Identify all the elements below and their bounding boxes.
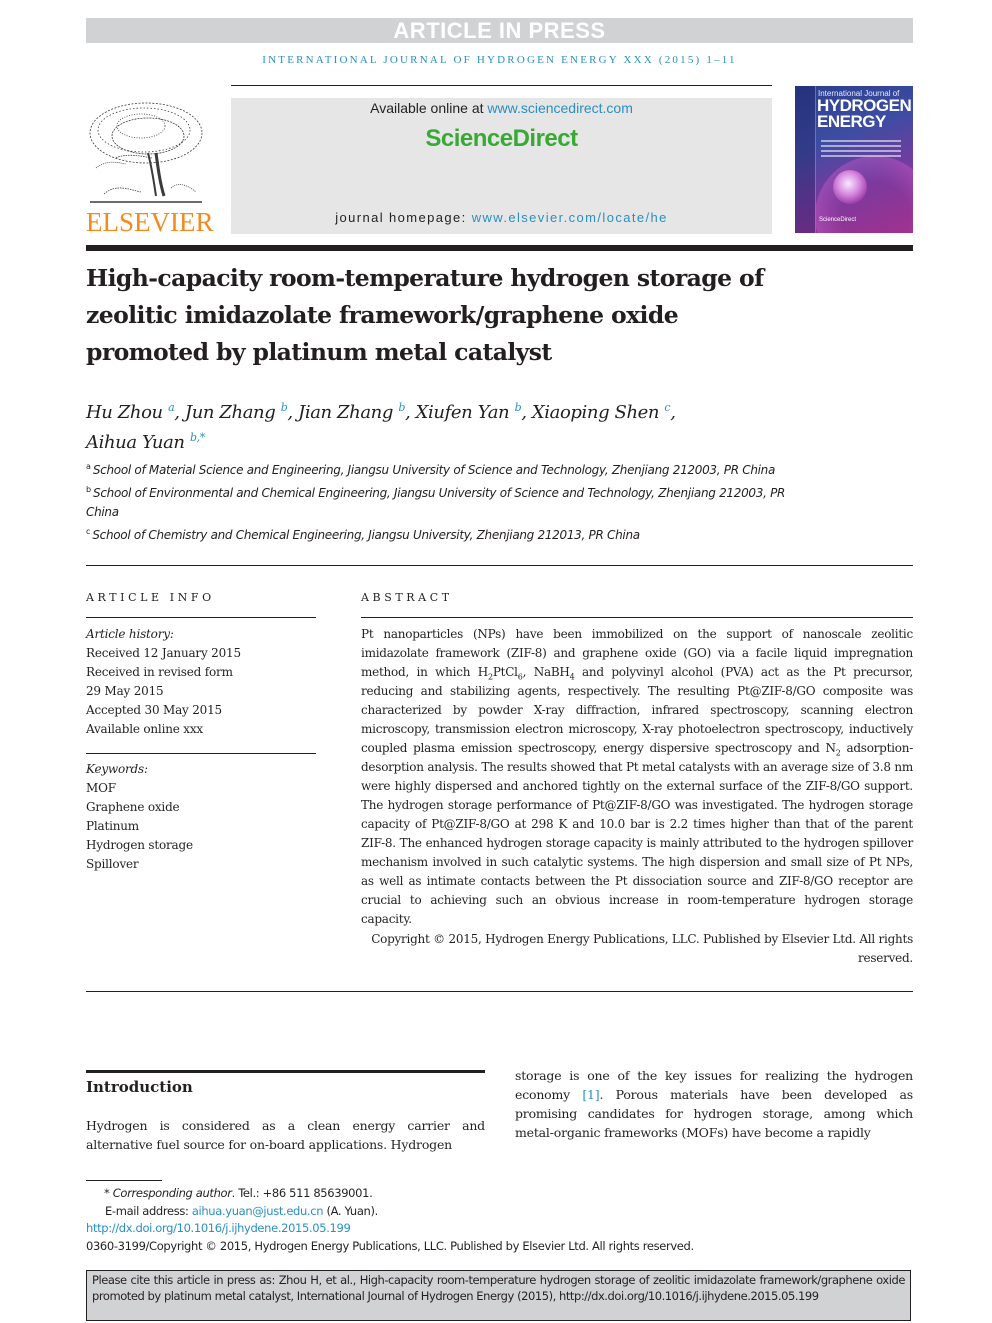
author-name[interactable]: Jun Zhang	[185, 402, 281, 423]
email-link[interactable]: aihua.yuan@just.edu.cn	[192, 1204, 324, 1218]
keyword-item: Hydrogen storage	[86, 838, 193, 852]
telephone: . Tel.: +86 511 85639001.	[231, 1186, 373, 1200]
chem-formula-h2ptcl6: H2PtCl6	[477, 665, 523, 682]
elsevier-logo[interactable]: ELSEVIER	[86, 98, 214, 237]
available-online-line: Available online at www.sciencedirect.co…	[231, 100, 772, 116]
abstract-heading: ABSTRACT	[361, 591, 453, 604]
cover-sciencedirect-mark: ScienceDirect	[819, 217, 857, 223]
cover-journal-title: HYDROGEN ENERGY	[817, 97, 912, 131]
cover-orb	[833, 170, 867, 204]
footnote-rule	[86, 1180, 162, 1181]
reference-link[interactable]: [1]	[582, 1087, 599, 1102]
journal-homepage-link[interactable]: www.elsevier.com/locate/he	[472, 210, 668, 225]
article-info-rule	[86, 617, 316, 618]
author-separator: ,	[174, 402, 185, 423]
corresponding-author-note: * Corresponding author. Tel.: +86 511 85…	[104, 1186, 373, 1200]
author-separator: ,	[287, 402, 299, 423]
introduction-column-left: Hydrogen is considered as a clean energy…	[86, 1118, 485, 1152]
article-title: High-capacity room-temperature hydrogen …	[86, 264, 764, 366]
running-header: INTERNATIONAL JOURNAL OF HYDROGEN ENERGY…	[262, 54, 737, 66]
keyword-item: Spillover	[86, 857, 139, 871]
article-in-press-banner: ARTICLE IN PRESS	[86, 18, 913, 43]
keyword-item: Graphene oxide	[86, 800, 180, 814]
author-separator: ,	[404, 402, 416, 423]
author-name[interactable]: Xiufen Yan	[416, 402, 515, 423]
abstract-text: ,	[522, 665, 534, 679]
elsevier-wordmark: ELSEVIER	[86, 207, 214, 237]
history-item: Accepted 30 May 2015	[86, 703, 222, 717]
affiliation-text: School of Material Science and Engineeri…	[92, 463, 776, 477]
sciencedirect-logo[interactable]: ScienceDirect	[231, 125, 772, 153]
email-note: E-mail address: aihua.yuan@just.edu.cn (…	[105, 1203, 378, 1218]
history-item: Received 12 January 2015	[86, 646, 241, 660]
cover-title-line-2: ENERGY	[817, 112, 886, 131]
sciencedirect-url-link[interactable]: www.sciencedirect.com	[487, 100, 633, 116]
article-history-label: Article history:	[86, 627, 174, 641]
affiliation-key: a	[86, 462, 93, 471]
cover-editor-lines	[821, 140, 901, 160]
affiliation-divider	[86, 565, 913, 566]
article-history: Article history: Received 12 January 201…	[86, 625, 316, 739]
corresponding-author-label: Corresponding author	[112, 1186, 232, 1200]
abstract-bottom-rule	[86, 991, 913, 992]
history-item: Received in revised form	[86, 665, 233, 679]
keywords-rule	[86, 753, 316, 754]
history-item: Available online xxx	[86, 722, 203, 736]
author-name[interactable]: Xiaoping Shen	[532, 402, 665, 423]
author-name[interactable]: Jian Zhang	[298, 402, 398, 423]
introduction-heading: Introduction	[86, 1078, 193, 1096]
affiliation-key: b	[86, 485, 94, 494]
homepage-prefix: journal homepage:	[335, 210, 472, 225]
affiliation-item: b School of Environmental and Chemical E…	[86, 480, 786, 522]
author-separator: ,	[670, 402, 676, 423]
author-name[interactable]: Aihua Yuan	[86, 432, 190, 453]
keyword-item: Platinum	[86, 819, 139, 833]
keyword-item: MOF	[86, 781, 116, 795]
citation-box: Please cite this article in press as: Zh…	[86, 1270, 911, 1321]
author-affiliation-marker[interactable]: b	[398, 401, 405, 414]
footnotes: * Corresponding author. Tel.: +86 511 85…	[86, 1185, 886, 1255]
cover-spine-strip	[795, 86, 816, 233]
affiliation-list: a School of Material Science and Enginee…	[86, 457, 786, 545]
journal-homepage-line: journal homepage: www.elsevier.com/locat…	[231, 210, 772, 225]
author-separator: ,	[521, 402, 532, 423]
doi-link[interactable]: http://dx.doi.org/10.1016/j.ijhydene.201…	[86, 1220, 886, 1238]
chem-formula-nabh4: NaBH4	[533, 665, 575, 682]
abstract-rule	[361, 617, 913, 618]
issn-copyright: 0360-3199/Copyright © 2015, Hydrogen Ene…	[86, 1238, 694, 1253]
article-info-heading: ARTICLE INFO	[86, 591, 215, 604]
keywords-label: Keywords:	[86, 762, 148, 776]
affiliation-item: c School of Chemistry and Chemical Engin…	[86, 522, 786, 545]
affiliation-item: a School of Material Science and Enginee…	[86, 457, 786, 480]
chem-formula-n2: N2	[825, 741, 841, 758]
author-list: Hu Zhou a, Jun Zhang b, Jian Zhang b, Xi…	[86, 395, 806, 455]
elsevier-tree-icon	[89, 102, 203, 203]
sciencedirect-banner: Available online at www.sciencedirect.co…	[231, 98, 772, 234]
journal-cover-image[interactable]: International Journal of HYDROGEN ENERGY …	[795, 86, 913, 233]
available-online-prefix: Available online at	[370, 100, 488, 116]
introduction-column-right: storage is one of the key issues for rea…	[515, 1066, 913, 1142]
introduction-rule	[86, 1070, 485, 1073]
abstract-body: Pt nanoparticles (NPs) have been immobil…	[361, 625, 913, 929]
history-item: 29 May 2015	[86, 684, 164, 698]
author-affiliation-marker[interactable]: b,*	[190, 431, 205, 444]
abstract-copyright: Copyright © 2015, Hydrogen Energy Public…	[371, 932, 913, 965]
keywords-list: Keywords: MOF Graphene oxide Platinum Hy…	[86, 760, 316, 874]
affiliation-text: School of Environmental and Chemical Eng…	[86, 486, 786, 519]
masthead-top-rule	[231, 85, 772, 86]
masthead-bottom-rule	[86, 245, 913, 251]
abstract-text: adsorption-desorption analysis. The resu…	[361, 741, 914, 926]
affiliation-text: School of Chemistry and Chemical Enginee…	[92, 528, 640, 542]
author-name[interactable]: Hu Zhou	[86, 402, 168, 423]
